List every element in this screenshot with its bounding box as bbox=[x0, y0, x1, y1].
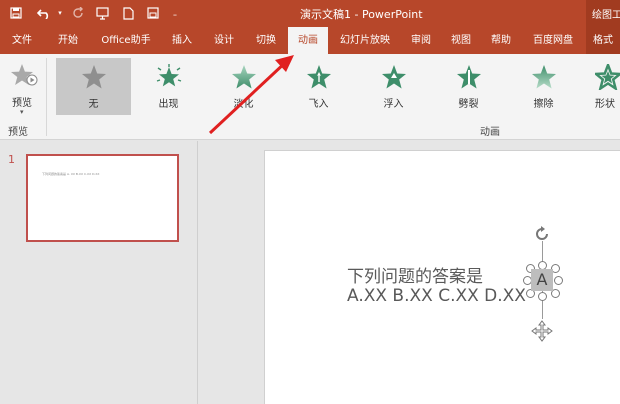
animation-label: 浮入 bbox=[383, 99, 404, 110]
ribbon-tabs: 文件 开始 Office助手 插入 设计 切换 动画 幻灯片放映 审阅 视图 帮… bbox=[0, 27, 620, 54]
window-title: 演示文稿1 - PowerPoint bbox=[300, 8, 423, 21]
tab-office-assistant[interactable]: Office助手 bbox=[92, 27, 160, 54]
group-label-preview: 预览 bbox=[8, 127, 28, 138]
divider bbox=[46, 58, 47, 136]
animation-appear[interactable]: 出现 bbox=[131, 58, 206, 115]
animation-split[interactable]: 劈裂 bbox=[431, 58, 506, 115]
slide-thumbnails-pane: 1 下列问题的答案是 A. XX B.XX C.XX D.XX bbox=[0, 141, 198, 404]
tab-format[interactable]: 格式 bbox=[586, 27, 620, 54]
new-document-icon[interactable] bbox=[120, 4, 136, 22]
slide-canvas[interactable]: 下列问题的答案是 A.XX B.XX C.XX D.XX A bbox=[264, 150, 620, 404]
context-tab-drawing-tools[interactable]: 绘图工 bbox=[586, 0, 620, 27]
save-icon[interactable] bbox=[8, 4, 24, 22]
redo-icon[interactable] bbox=[70, 4, 86, 22]
tab-view[interactable]: 视图 bbox=[442, 27, 480, 54]
rotate-handle-icon[interactable] bbox=[534, 226, 550, 246]
animation-none[interactable]: 无 bbox=[56, 58, 131, 115]
tab-insert[interactable]: 插入 bbox=[162, 27, 202, 54]
undo-dropdown-icon[interactable]: ▾ bbox=[56, 4, 64, 22]
star-fly-in-icon bbox=[307, 65, 331, 89]
tab-transitions[interactable]: 切换 bbox=[246, 27, 286, 54]
resize-handle[interactable] bbox=[538, 292, 547, 301]
chevron-down-icon[interactable]: ▾ bbox=[20, 108, 24, 116]
slide-thumbnail[interactable]: 下列问题的答案是 A. XX B.XX C.XX D.XX bbox=[26, 154, 179, 242]
animation-label: 无 bbox=[88, 99, 99, 110]
animation-label: 出现 bbox=[158, 99, 179, 110]
animation-label: 形状 bbox=[595, 99, 615, 110]
preview-star-icon bbox=[10, 62, 38, 94]
preview-label: 预览 bbox=[12, 98, 32, 109]
group-label-animation: 动画 bbox=[480, 127, 500, 138]
tab-baidu-netdisk[interactable]: 百度网盘 bbox=[522, 27, 584, 54]
animation-gallery: 无 出现 淡化 飞入 浮入 劈裂 擦除 形状 bbox=[54, 58, 620, 115]
preview-button[interactable]: 预览 ▾ bbox=[2, 58, 44, 118]
star-gray-icon bbox=[82, 65, 106, 89]
animation-float-in[interactable]: 浮入 bbox=[356, 58, 431, 115]
tab-animations[interactable]: 动画 bbox=[288, 27, 328, 54]
star-split-icon bbox=[457, 65, 481, 89]
tab-home[interactable]: 开始 bbox=[46, 27, 90, 54]
tab-slide-show[interactable]: 幻灯片放映 bbox=[330, 27, 400, 54]
animation-fade[interactable]: 淡化 bbox=[206, 58, 281, 115]
save-as-icon[interactable] bbox=[145, 4, 161, 22]
slide-text-line2[interactable]: A.XX B.XX C.XX D.XX bbox=[347, 286, 526, 306]
animation-shape[interactable]: 形状 bbox=[581, 58, 620, 115]
thumbnail-text: 下列问题的答案是 A. XX B.XX C.XX D.XX bbox=[42, 172, 100, 176]
star-float-in-icon bbox=[382, 65, 406, 89]
present-from-start-icon[interactable] bbox=[94, 4, 110, 22]
star-fade-icon bbox=[232, 65, 256, 89]
ribbon-animations: 预览 ▾ 预览 无 出现 淡化 飞入 浮入 劈裂 擦除 形状 动画 bbox=[0, 54, 620, 140]
move-handle-icon[interactable] bbox=[530, 319, 554, 347]
animation-fly-in[interactable]: 飞入 bbox=[281, 58, 356, 115]
undo-icon[interactable] bbox=[34, 4, 56, 22]
powerpoint-window: ▾ ₌ 演示文稿1 - PowerPoint 绘图工 文件 开始 Office助… bbox=[0, 0, 620, 404]
slide-number: 1 bbox=[8, 153, 15, 166]
tab-design[interactable]: 设计 bbox=[204, 27, 244, 54]
slide-editor: 下列问题的答案是 A.XX B.XX C.XX D.XX A bbox=[199, 141, 620, 404]
customize-toolbar-icon[interactable]: ₌ bbox=[170, 4, 180, 22]
animation-label: 擦除 bbox=[533, 99, 554, 110]
animation-label: 劈裂 bbox=[458, 99, 479, 110]
star-wipe-icon bbox=[532, 65, 556, 89]
animation-label: 飞入 bbox=[308, 99, 329, 110]
tab-review[interactable]: 审阅 bbox=[402, 27, 440, 54]
selected-shape[interactable]: A bbox=[531, 269, 553, 291]
tab-help[interactable]: 帮助 bbox=[482, 27, 520, 54]
tab-file[interactable]: 文件 bbox=[0, 27, 44, 54]
star-burst-icon bbox=[156, 64, 182, 87]
animation-label: 淡化 bbox=[233, 99, 254, 110]
star-shape-icon bbox=[595, 64, 620, 90]
resize-handle[interactable] bbox=[554, 276, 563, 285]
animation-wipe[interactable]: 擦除 bbox=[506, 58, 581, 115]
title-bar: ▾ ₌ 演示文稿1 - PowerPoint 绘图工 bbox=[0, 0, 620, 27]
slide-text-line1[interactable]: 下列问题的答案是 bbox=[347, 262, 483, 287]
